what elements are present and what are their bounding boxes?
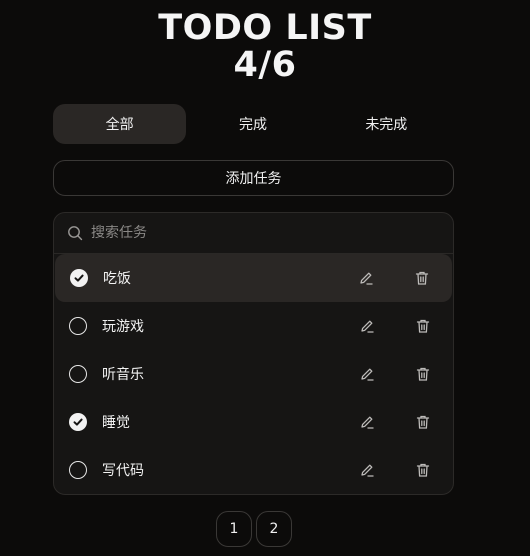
circle-icon[interactable] [69,461,87,479]
pencil-icon[interactable] [359,366,375,382]
pencil-icon[interactable] [359,414,375,430]
task-actions [359,302,431,350]
trash-icon[interactable] [414,270,430,286]
task-row[interactable]: 听音乐 [54,350,453,398]
check-circle-icon[interactable] [70,269,88,287]
tab-done[interactable]: 完成 [186,104,319,144]
task-label: 吃饭 [103,271,131,287]
trash-icon[interactable] [415,366,431,382]
search-bar [54,213,453,254]
page-button-2[interactable]: 2 [256,511,292,547]
pencil-icon[interactable] [359,462,375,478]
task-list: 吃饭 玩游戏 听音乐 睡觉 写代码 [54,254,453,494]
search-icon [67,225,83,241]
progress-count: 4/6 [233,45,297,85]
task-actions [358,254,430,302]
filter-tabs: 全部 完成 未完成 [53,104,453,144]
circle-icon[interactable] [69,365,87,383]
task-label: 睡觉 [102,415,130,431]
tab-undone[interactable]: 未完成 [320,104,453,144]
task-actions [359,350,431,398]
check-circle-icon[interactable] [69,413,87,431]
task-label: 玩游戏 [102,319,144,335]
task-label: 听音乐 [102,367,144,383]
title-text: TODO LIST [158,8,372,48]
task-row[interactable]: 吃饭 [55,254,452,302]
pagination: 1 2 [216,511,292,547]
trash-icon[interactable] [415,414,431,430]
task-actions [359,446,431,494]
todo-app: TODO LIST 4/6 全部 完成 未完成 添加任务 吃饭 [0,0,530,556]
task-panel: 吃饭 玩游戏 [53,212,454,495]
task-row[interactable]: 写代码 [54,446,453,494]
task-row[interactable]: 睡觉 [54,398,453,446]
page-title: TODO LIST 4/6 [0,10,530,84]
page-button-1[interactable]: 1 [216,511,252,547]
task-actions [359,398,431,446]
add-task-button[interactable]: 添加任务 [53,160,454,196]
task-row[interactable]: 玩游戏 [54,302,453,350]
circle-icon[interactable] [69,317,87,335]
task-label: 写代码 [102,463,144,479]
pencil-icon[interactable] [358,270,374,286]
tab-all[interactable]: 全部 [53,104,187,144]
trash-icon[interactable] [415,318,431,334]
search-input[interactable] [91,218,453,248]
trash-icon[interactable] [415,462,431,478]
pencil-icon[interactable] [359,318,375,334]
